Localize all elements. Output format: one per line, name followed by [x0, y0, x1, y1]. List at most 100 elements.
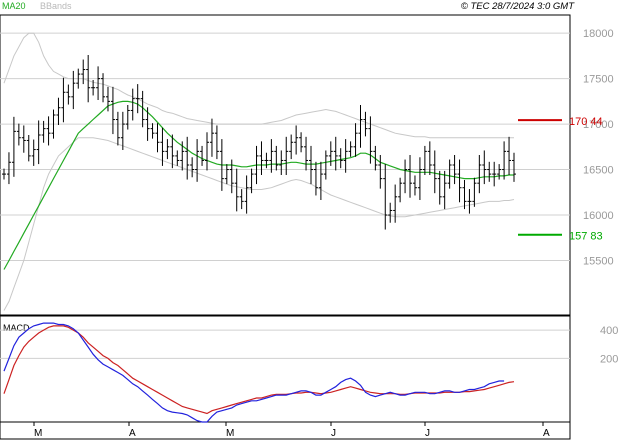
price-bar: [472, 177, 477, 207]
price-bar: [403, 159, 408, 194]
macd-panel-frame: [0, 315, 571, 423]
resistance-label: 170 44: [569, 116, 603, 128]
price-bar: [200, 145, 205, 166]
price-bar: [457, 159, 462, 203]
price-bar: [294, 125, 299, 155]
price-bar: [492, 161, 497, 187]
bb-lower-line: [3, 137, 515, 311]
price-bars: [2, 55, 516, 230]
price-bar: [512, 152, 516, 182]
price-bar: [264, 152, 269, 169]
time-tick-label: M: [34, 428, 42, 439]
price-bar: [155, 123, 160, 153]
price-bar: [2, 168, 6, 180]
price-bar: [398, 177, 403, 203]
price-bar: [6, 152, 11, 185]
price-bar: [81, 59, 86, 85]
price-bar: [115, 111, 120, 146]
time-tick-label: A: [543, 428, 550, 439]
price-bar: [462, 180, 467, 210]
time-tick-label: J: [331, 428, 336, 439]
chart-canvas: MA20 BBands © TEC 28/7/2024 3:0 GMT 1550…: [0, 1, 618, 440]
price-bar: [388, 202, 393, 223]
price-bar: [180, 141, 185, 171]
price-bar: [244, 175, 249, 214]
price-tick-label: 16000: [583, 210, 614, 222]
price-bar: [36, 120, 41, 165]
support-label: 157 83: [569, 231, 603, 243]
time-axis-frame: [0, 421, 571, 440]
price-bar: [432, 150, 437, 194]
price-bar: [56, 97, 61, 125]
price-bar: [467, 189, 472, 214]
price-bar: [190, 157, 195, 178]
price-bar: [313, 161, 318, 196]
price-bar: [304, 136, 309, 171]
price-bar: [408, 155, 413, 198]
price-bar: [239, 189, 244, 210]
price-bar: [487, 161, 492, 182]
copyright-notice: © TEC 28/7/2024 3:0 GMT: [461, 1, 575, 12]
price-bar: [318, 161, 323, 200]
price-bar: [175, 150, 180, 166]
price-bar: [343, 139, 348, 173]
price-bar: [16, 123, 21, 146]
price-bar: [308, 145, 313, 185]
bollinger-bands: [3, 32, 515, 311]
price-bar: [214, 125, 219, 160]
price-bar: [21, 125, 26, 153]
price-bar: [205, 132, 210, 171]
price-bar: [497, 164, 502, 180]
price-bar: [289, 134, 294, 160]
price-bar: [412, 175, 417, 196]
macd-lines: [3, 322, 515, 423]
price-bar: [130, 88, 135, 121]
time-tick-label: M: [226, 428, 234, 439]
price-bar: [120, 111, 125, 150]
price-levels: 170 44 157 83: [518, 116, 603, 243]
price-bar: [274, 145, 279, 171]
price-tick-label: 15500: [583, 255, 614, 267]
time-axis: MAMJJA: [33, 422, 550, 439]
price-bar: [224, 164, 229, 185]
price-tick-label: 17500: [583, 74, 614, 86]
price-bar: [66, 84, 71, 105]
price-bar: [11, 116, 16, 177]
price-bar: [353, 123, 358, 157]
time-tick-label: J: [425, 428, 430, 439]
price-bar: [378, 155, 383, 189]
price-bar: [323, 150, 328, 180]
price-bar: [417, 157, 422, 200]
price-bar: [442, 170, 447, 210]
price-tick-label: 16500: [583, 165, 614, 177]
price-bar: [477, 155, 482, 194]
macd-line: [3, 322, 505, 423]
macd-tick-label: 400: [600, 325, 618, 337]
price-bar: [185, 136, 190, 180]
price-bar: [46, 116, 51, 146]
price-bar: [71, 70, 76, 110]
price-bar: [165, 139, 170, 160]
price-bar: [125, 105, 130, 130]
price-bar: [26, 135, 31, 162]
price-bar: [195, 139, 200, 182]
price-bar: [333, 136, 338, 171]
price-bar: [358, 105, 363, 148]
price-bar: [279, 150, 284, 175]
price-bar: [338, 148, 343, 169]
price-bar: [299, 132, 304, 153]
price-bar: [101, 73, 106, 103]
price-bar: [502, 141, 507, 180]
legend-ma20: MA20: [2, 1, 26, 11]
price-bar: [348, 141, 353, 157]
price-grid: [0, 32, 570, 261]
price-bar: [269, 139, 274, 173]
price-bar: [61, 77, 66, 123]
ma20-line: [3, 100, 514, 270]
macd-tick-label: 200: [600, 353, 618, 365]
price-bar: [447, 159, 452, 189]
legend-bbands: BBands: [40, 1, 72, 11]
price-bar: [383, 164, 388, 230]
bb-upper-line: [3, 32, 514, 139]
price-bar: [135, 84, 140, 114]
